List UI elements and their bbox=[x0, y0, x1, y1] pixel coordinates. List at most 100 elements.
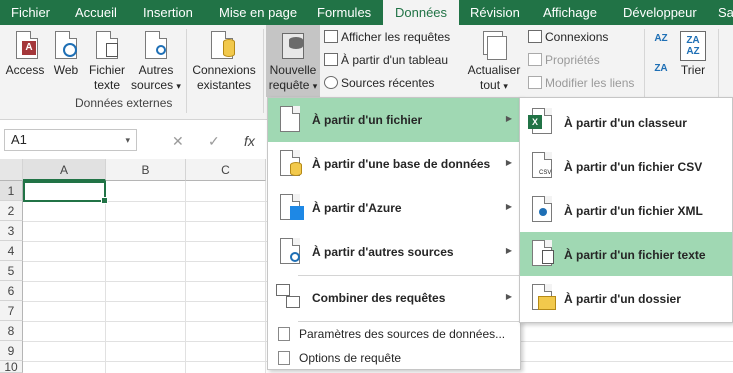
submenu-item-label: À partir d'un dossier bbox=[564, 292, 681, 306]
sources-recentes-button[interactable]: Sources récentes bbox=[324, 75, 434, 91]
connexions-button[interactable]: Connexions bbox=[528, 29, 608, 45]
submenu-item-from-folder[interactable]: À partir d'un dossier bbox=[520, 276, 732, 320]
row-header[interactable]: 1 bbox=[0, 181, 23, 201]
menu-item-label: À partir d'un fichier bbox=[312, 113, 423, 127]
ribbon-tab-bar: Fichier Accueil Insertion Mise en page F… bbox=[0, 0, 733, 25]
menu-item-from-azure[interactable]: À partir d'Azure ▶ bbox=[268, 186, 520, 230]
existing-connections-icon bbox=[211, 31, 237, 61]
submenu-item-from-csv[interactable]: CSV À partir d'un fichier CSV bbox=[520, 144, 732, 188]
properties-icon bbox=[528, 53, 542, 66]
enter-icon[interactable]: ✓ bbox=[208, 133, 220, 150]
row-header[interactable]: 8 bbox=[0, 321, 23, 341]
trier-button[interactable]: ZA AZ Trier bbox=[676, 31, 710, 78]
sort-za-button[interactable]: ZA bbox=[650, 63, 672, 74]
web-button[interactable]: Web bbox=[50, 31, 82, 78]
tab-mise-en-page[interactable]: Mise en page bbox=[219, 0, 297, 25]
menu-item-from-file[interactable]: À partir d'un fichier ▶ bbox=[268, 98, 520, 142]
menu-item-from-database[interactable]: À partir d'une base de données ▶ bbox=[268, 142, 520, 186]
sort-az-button[interactable]: AZ bbox=[650, 33, 672, 44]
file-icon bbox=[280, 106, 300, 132]
tab-fichier[interactable]: Fichier bbox=[11, 0, 50, 25]
web-label: Web bbox=[53, 63, 79, 77]
tab-overflow[interactable]: Sa bbox=[718, 0, 733, 25]
row-header[interactable]: 7 bbox=[0, 301, 23, 321]
connexions-label: Connexions bbox=[545, 30, 609, 44]
proprietes-button[interactable]: Propriétés bbox=[528, 52, 600, 68]
tab-formules[interactable]: Formules bbox=[317, 0, 371, 25]
a-partir-tableau-button[interactable]: À partir d'un tableau bbox=[324, 52, 448, 68]
nouvelle-requete-button[interactable]: Nouvelle requête ▾ bbox=[266, 25, 320, 97]
column-header[interactable]: A bbox=[23, 159, 106, 181]
sort-dialog-icon: ZA AZ bbox=[680, 31, 706, 61]
recent-sources-icon bbox=[324, 76, 338, 89]
name-box-value: A1 bbox=[11, 132, 27, 147]
tab-affichage[interactable]: Affichage bbox=[543, 0, 597, 25]
a-partir-tableau-label: À partir d'un tableau bbox=[341, 53, 449, 67]
column-header[interactable]: B bbox=[106, 159, 186, 181]
row-header[interactable]: 4 bbox=[0, 241, 23, 261]
column-header[interactable]: C bbox=[186, 159, 266, 181]
chevron-right-icon: ▶ bbox=[505, 158, 512, 167]
nouvelle-requete-menu: À partir d'un fichier ▶ À partir d'une b… bbox=[267, 97, 521, 370]
autres-sources-label-1: Autres bbox=[138, 63, 174, 77]
submenu-item-from-workbook[interactable]: X À partir d'un classeur bbox=[520, 100, 732, 144]
group-label-donnees-externes: Données externes bbox=[75, 96, 173, 110]
connexions-existantes-button[interactable]: Connexions existantes bbox=[190, 31, 258, 93]
cancel-icon[interactable]: ✕ bbox=[172, 133, 184, 150]
show-queries-icon bbox=[324, 30, 338, 43]
menu-item-combine-queries[interactable]: Combiner des requêtes ▶ bbox=[268, 276, 520, 320]
chevron-down-icon[interactable]: ▾ bbox=[125, 130, 130, 150]
fx-icon[interactable]: fx bbox=[244, 133, 255, 149]
fichier-texte-label-2: texte bbox=[93, 78, 120, 92]
row-header[interactable]: 6 bbox=[0, 281, 23, 301]
select-all-corner[interactable] bbox=[0, 159, 23, 181]
chevron-right-icon: ▶ bbox=[505, 292, 512, 301]
menu-item-label: Options de requête bbox=[299, 351, 402, 365]
chevron-right-icon: ▶ bbox=[505, 246, 512, 255]
connexions-existantes-label-2: existantes bbox=[196, 78, 252, 92]
actualiser-tout-button[interactable]: Actualiser tout ▾ bbox=[464, 31, 524, 94]
fichier-texte-button[interactable]: Fichier texte bbox=[86, 31, 128, 93]
ribbon-separator bbox=[186, 29, 187, 113]
fichier-texte-label-1: Fichier bbox=[88, 63, 125, 77]
name-box[interactable]: A1 ▾ bbox=[4, 129, 137, 151]
proprietes-label: Propriétés bbox=[545, 53, 600, 67]
trier-label: Trier bbox=[680, 63, 706, 77]
submenu-item-label: À partir d'un fichier XML bbox=[564, 204, 703, 218]
submenu-item-from-xml[interactable]: À partir d'un fichier XML bbox=[520, 188, 732, 232]
from-file-submenu: X À partir d'un classeur CSV À partir d'… bbox=[519, 97, 733, 323]
menu-item-data-source-settings[interactable]: Paramètres des sources de données... bbox=[268, 322, 520, 346]
sort-az-icon: AZ bbox=[654, 33, 668, 44]
selected-cell-a1[interactable] bbox=[23, 181, 108, 204]
row-header[interactable]: 2 bbox=[0, 201, 23, 221]
settings-icon bbox=[278, 327, 290, 341]
row-header[interactable]: 5 bbox=[0, 261, 23, 281]
tab-developpeur[interactable]: Développeur bbox=[623, 0, 697, 25]
menu-item-from-other-sources[interactable]: À partir d'autres sources ▶ bbox=[268, 230, 520, 274]
submenu-item-label: À partir d'un fichier texte bbox=[564, 248, 706, 262]
submenu-item-from-text-file[interactable]: À partir d'un fichier texte bbox=[520, 232, 732, 276]
sort-za-icon: ZA bbox=[654, 63, 668, 74]
nouvelle-requete-label-2: requête bbox=[268, 78, 310, 92]
menu-item-label: À partir d'une base de données bbox=[312, 157, 491, 171]
row-header[interactable]: 9 bbox=[0, 341, 23, 361]
tab-accueil[interactable]: Accueil bbox=[75, 0, 117, 25]
text-file-icon bbox=[94, 31, 120, 61]
table-icon bbox=[324, 53, 338, 66]
autres-sources-button[interactable]: Autres sources ▾ bbox=[130, 31, 182, 94]
options-icon bbox=[278, 351, 290, 365]
access-icon: A bbox=[12, 31, 38, 61]
access-button[interactable]: A Access bbox=[4, 31, 46, 78]
tab-insertion[interactable]: Insertion bbox=[143, 0, 193, 25]
modifier-liens-button[interactable]: Modifier les liens bbox=[528, 75, 634, 91]
menu-item-query-options[interactable]: Options de requête bbox=[268, 346, 520, 370]
new-query-icon bbox=[280, 31, 306, 61]
tab-donnees[interactable]: Données bbox=[383, 0, 460, 25]
afficher-requetes-label: Afficher les requêtes bbox=[341, 30, 451, 44]
row-header[interactable]: 3 bbox=[0, 221, 23, 241]
afficher-requetes-button[interactable]: Afficher les requêtes bbox=[324, 29, 450, 45]
actualiser-label-2: tout bbox=[480, 78, 501, 92]
row-header[interactable]: 10 bbox=[0, 361, 23, 373]
tab-revision[interactable]: Révision bbox=[470, 0, 520, 25]
refresh-icon bbox=[481, 31, 507, 61]
